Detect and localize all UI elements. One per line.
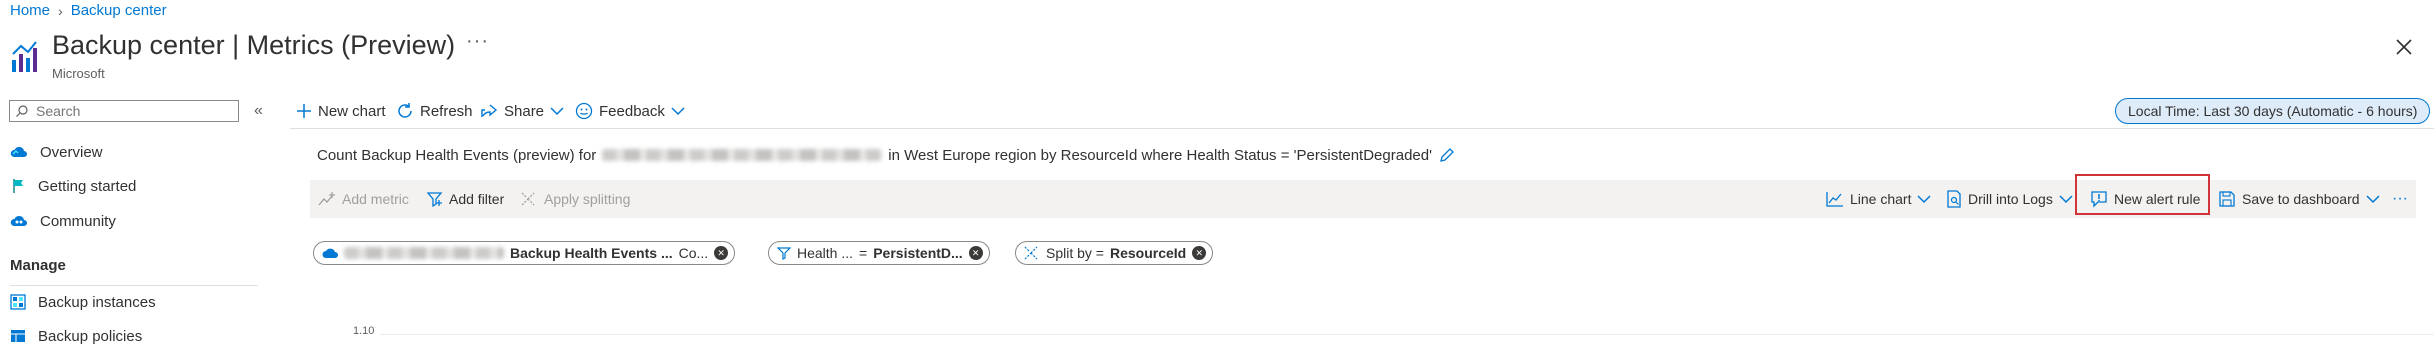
sidebar-search-input[interactable]	[34, 102, 228, 120]
sidebar-item-label: Community	[40, 212, 116, 230]
save-to-dashboard-button[interactable]: Save to dashboard	[2218, 189, 2380, 209]
page-title-separator: |	[232, 30, 240, 60]
refresh-icon	[398, 103, 412, 118]
chevron-right-icon: ›	[58, 2, 63, 19]
add-filter-label: Add filter	[449, 191, 505, 207]
metric-pill[interactable]: Backup Health Events ... Co... ✕	[313, 241, 736, 265]
chevron-down-icon	[2366, 195, 2380, 204]
line-chart-icon	[1826, 192, 1843, 207]
refresh-label: Refresh	[420, 102, 473, 120]
redacted-scope-name	[602, 149, 883, 161]
flag-icon	[13, 179, 23, 193]
refresh-button[interactable]: Refresh	[396, 100, 473, 122]
edit-pencil-icon[interactable]	[1438, 146, 1456, 164]
more-options-button[interactable]: ···	[466, 30, 489, 53]
add-filter-button[interactable]: Add filter	[427, 189, 504, 209]
chart-gridline	[380, 334, 2434, 335]
filter-pill-name: Health ...	[797, 245, 854, 261]
sidebar-item-backup-policies[interactable]: Backup policies	[10, 324, 142, 348]
table-icon	[11, 330, 25, 342]
sidebar-item-community[interactable]: Community	[10, 209, 116, 233]
page-title-main: Backup center	[52, 30, 225, 60]
save-to-dashboard-label: Save to dashboard	[2242, 191, 2360, 207]
feedback-button[interactable]: Feedback	[575, 100, 685, 122]
chevron-down-icon	[2059, 195, 2073, 204]
splitting-icon	[521, 192, 535, 206]
sidebar-item-overview[interactable]: Overview	[10, 140, 103, 164]
breadcrumb-home-link[interactable]: Home	[10, 2, 50, 19]
add-metric-button[interactable]: Add metric	[318, 189, 409, 209]
chevron-down-icon	[550, 107, 564, 116]
toolbar-divider	[290, 128, 2434, 129]
apply-splitting-button[interactable]: Apply splitting	[520, 189, 630, 209]
add-metric-icon	[318, 192, 335, 206]
split-pill-value: ResourceId	[1109, 245, 1187, 261]
plus-icon	[297, 104, 311, 118]
cloud-icon	[322, 248, 338, 258]
filter-icon	[427, 192, 443, 207]
chart-title: Count Backup Health Events (preview) for…	[317, 146, 1456, 164]
sidebar-item-backup-instances[interactable]: Backup instances	[10, 290, 156, 314]
sidebar-item-getting-started[interactable]: Getting started	[10, 174, 136, 198]
chart-title-suffix: in West Europe region by ResourceId wher…	[888, 146, 1432, 164]
chevron-down-icon	[671, 107, 685, 116]
more-actions-button[interactable]: ···	[2392, 189, 2408, 209]
new-chart-label: New chart	[318, 102, 386, 120]
backup-center-icon	[12, 41, 37, 72]
sidebar-divider	[10, 285, 258, 286]
split-pill-prefix: Split by =	[1046, 245, 1104, 261]
page-title-sub: Metrics (Preview)	[246, 30, 456, 60]
remove-metric-icon[interactable]: ✕	[714, 246, 729, 260]
chart-title-prefix: Count Backup Health Events (preview) for	[317, 146, 597, 164]
metric-pill-aggregation: Co...	[678, 245, 709, 261]
apply-splitting-label: Apply splitting	[544, 191, 631, 207]
new-chart-button[interactable]: New chart	[296, 100, 386, 122]
sidebar-search[interactable]	[9, 100, 239, 122]
remove-split-icon[interactable]: ✕	[1192, 246, 1207, 260]
breadcrumb: Home › Backup center	[10, 2, 167, 19]
y-axis-tick: 1.10	[353, 325, 375, 337]
sidebar-item-label: Backup policies	[38, 327, 143, 345]
line-chart-button[interactable]: Line chart	[1826, 189, 1932, 209]
share-icon	[481, 104, 498, 117]
add-metric-label: Add metric	[342, 191, 409, 207]
sidebar-item-label: Getting started	[38, 177, 137, 195]
publisher-label: Microsoft	[52, 66, 105, 81]
chevron-down-icon	[1917, 195, 1932, 204]
filter-pill-value: PersistentD...	[873, 245, 963, 261]
filter-pill[interactable]: Health ... = PersistentD... ✕	[768, 241, 990, 265]
collapse-sidebar-button[interactable]: «	[254, 102, 263, 120]
cloud-people-icon	[10, 215, 28, 226]
sidebar-item-label: Overview	[40, 143, 103, 161]
sidebar-item-label: Backup instances	[38, 293, 156, 311]
sidebar-section-manage: Manage	[10, 257, 66, 274]
breadcrumb-backup-center-link[interactable]: Backup center	[71, 2, 167, 19]
drill-into-logs-label: Drill into Logs	[1968, 191, 2053, 207]
time-range-picker[interactable]: Local Time: Last 30 days (Automatic - 6 …	[2115, 98, 2431, 124]
save-icon	[2219, 191, 2235, 207]
page-title: Backup center | Metrics (Preview)	[52, 30, 455, 61]
smiley-icon	[575, 102, 593, 120]
logs-icon	[1947, 190, 1961, 208]
feedback-label: Feedback	[599, 102, 665, 120]
search-icon	[16, 105, 28, 117]
cloud-icon	[10, 146, 28, 157]
grid-icon	[10, 294, 26, 310]
remove-filter-icon[interactable]: ✕	[968, 246, 983, 260]
new-alert-rule-highlight	[2075, 174, 2210, 215]
filter-pill-operator: =	[859, 245, 868, 261]
splitting-icon	[1024, 246, 1038, 260]
metric-pill-name: Backup Health Events ...	[510, 245, 673, 261]
share-label: Share	[504, 102, 545, 120]
split-pill[interactable]: Split by = ResourceId ✕	[1015, 241, 1214, 265]
filter-icon	[777, 247, 791, 260]
drill-into-logs-button[interactable]: Drill into Logs	[1946, 189, 2073, 209]
line-chart-label: Line chart	[1850, 191, 1912, 207]
close-icon[interactable]	[2391, 34, 2417, 60]
share-button[interactable]: Share	[480, 100, 564, 122]
redacted-resource-name	[344, 247, 504, 259]
